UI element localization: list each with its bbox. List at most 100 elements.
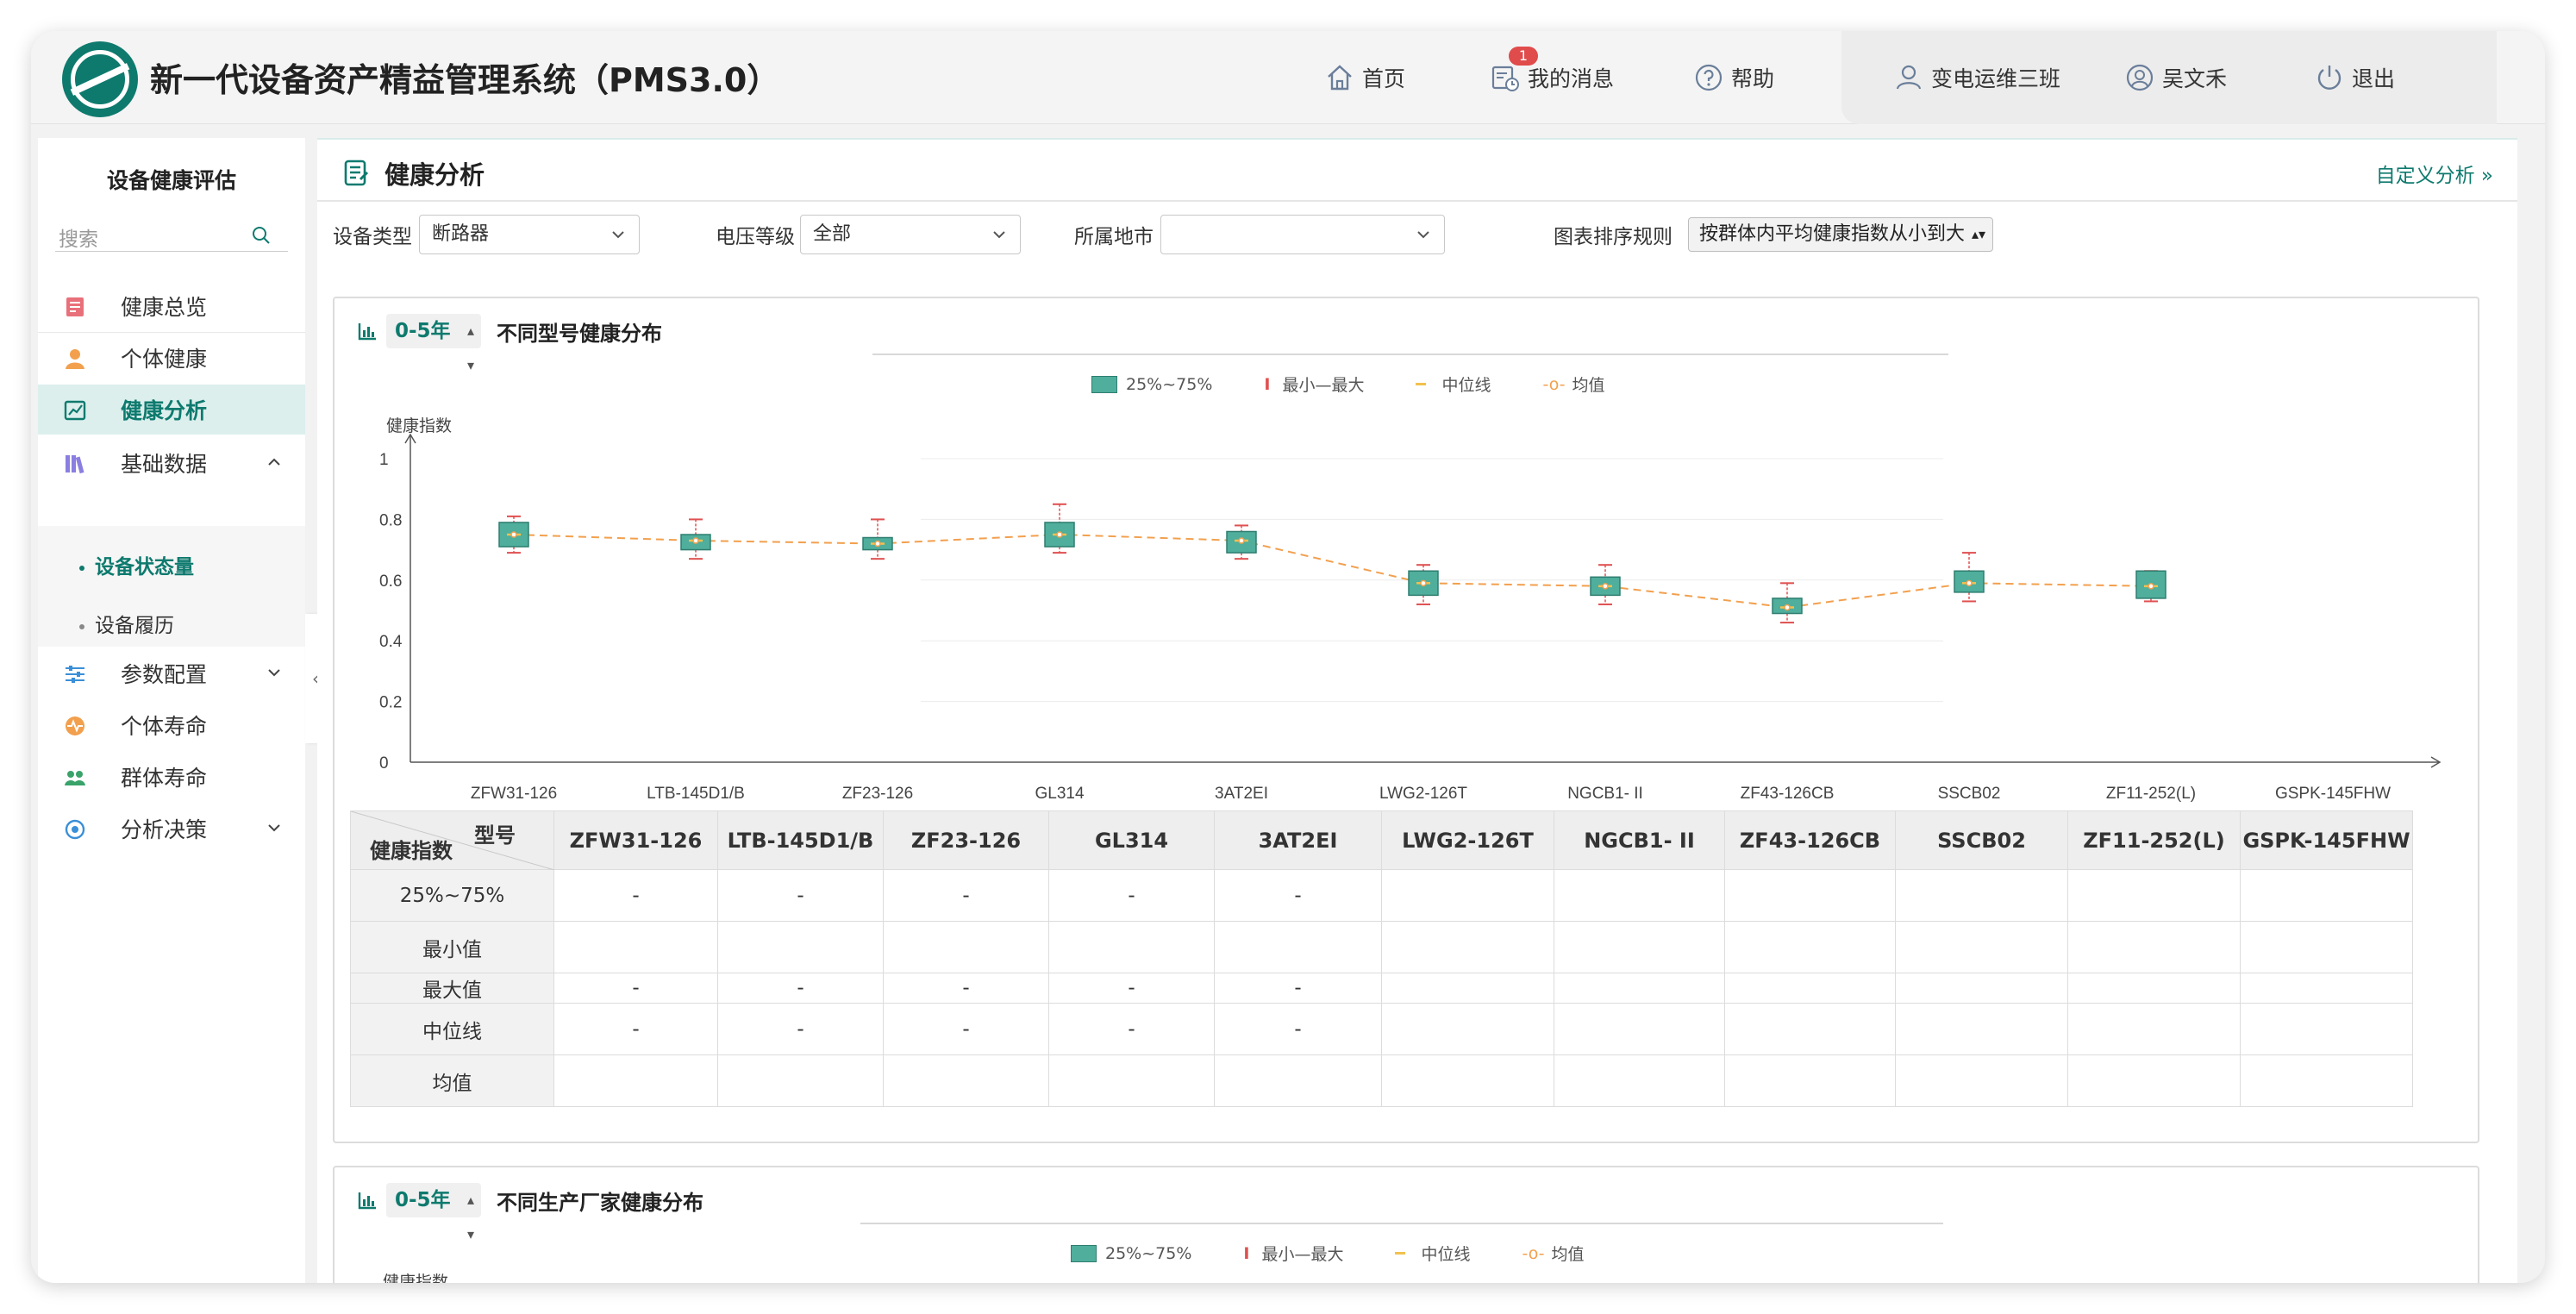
voltage-select[interactable]: 全部 bbox=[800, 215, 1021, 254]
logout-label: 退出 bbox=[2352, 66, 2396, 91]
mean-point bbox=[1238, 537, 1245, 544]
page-title: 健康分析 bbox=[341, 155, 485, 191]
logout-button[interactable]: 退出 bbox=[2314, 57, 2395, 98]
base-data-submenu: 设备状态量 设备履历 bbox=[38, 526, 305, 647]
table-cell bbox=[2240, 1054, 2413, 1107]
group-icon bbox=[65, 771, 85, 785]
main-panel: 健康分析 自定义分析 » 设备类型 断路器 电压等级 全部 所属地市 图表排序规… bbox=[317, 138, 2517, 1283]
chart2-year-select[interactable]: 0-5年 ▴ ▾ bbox=[386, 1183, 481, 1242]
device-type-label: 设备类型 bbox=[333, 226, 412, 248]
mean-point bbox=[1602, 583, 1609, 590]
table-cell bbox=[2067, 973, 2241, 1004]
sidebar-item-individual-lifespan[interactable]: 个体寿命 bbox=[38, 700, 305, 750]
sidebar-item-base-data[interactable]: 基础数据 bbox=[38, 438, 305, 488]
x-tick-label: SSCB02 bbox=[1938, 785, 2001, 803]
table-cell bbox=[1381, 973, 1554, 1004]
table-cell bbox=[2240, 1003, 2413, 1055]
table-row: 均值 bbox=[350, 1054, 2413, 1107]
nav-help[interactable]: 帮助 bbox=[1693, 57, 1774, 98]
chart1-year-select[interactable]: 0-5年 ▴ ▾ bbox=[386, 314, 481, 373]
bar-chart-icon bbox=[358, 1192, 376, 1210]
chart2-y-axis-label: 健康指数 bbox=[383, 1273, 449, 1283]
legend-mean-label: 均值 bbox=[1551, 1245, 1585, 1264]
mean-point bbox=[1420, 579, 1427, 587]
manufacturer-health-card: 0-5年 ▴ ▾ 不同生产厂家健康分布 25%~75% I 最小—最大 中位线 -o… bbox=[333, 1166, 2479, 1283]
mean-point bbox=[1966, 579, 1973, 587]
table-cell bbox=[1554, 973, 1725, 1004]
table-cell bbox=[2240, 973, 2413, 1004]
chevron-up-icon bbox=[268, 458, 280, 466]
legend-item-mean[interactable]: -o- 均值 bbox=[1522, 1242, 1585, 1265]
table-cell bbox=[1554, 1003, 1725, 1055]
table-cell: - bbox=[883, 869, 1049, 922]
sort-rule-select[interactable]: 按群体内平均健康指数从小到大 ▴▾ bbox=[1688, 217, 1993, 252]
up-down-icon: ▴▾ bbox=[466, 1192, 474, 1242]
table-cell: - bbox=[717, 869, 884, 922]
table-row: 中位线 - - - - - bbox=[350, 1003, 2413, 1055]
chart1-header: 0-5年 ▴ ▾ 不同型号健康分布 bbox=[357, 314, 662, 373]
doc-icon bbox=[66, 297, 84, 316]
person-icon bbox=[66, 349, 84, 369]
help-icon bbox=[1695, 64, 1723, 91]
legend-item-median[interactable]: 中位线 bbox=[1395, 1242, 1471, 1265]
sidebar-item-health-analysis[interactable]: 健康分析 bbox=[38, 385, 305, 435]
table-cell: - bbox=[553, 1003, 718, 1055]
table-cell bbox=[1554, 1054, 1725, 1107]
table-cell: - bbox=[553, 869, 718, 922]
legend-item-minmax[interactable]: I 最小—最大 bbox=[1243, 1242, 1343, 1265]
legend-item-box[interactable]: 25%~75% bbox=[1071, 1244, 1191, 1263]
message-count-badge: 1 bbox=[1509, 47, 1538, 66]
chart1-title: 不同型号健康分布 bbox=[497, 321, 662, 346]
submenu-item-label: 设备状态量 bbox=[95, 556, 194, 579]
table-cell bbox=[1214, 921, 1382, 973]
table-cell bbox=[2067, 1054, 2241, 1107]
x-tick-label: 3AT2EI bbox=[1215, 785, 1268, 803]
submenu-item-status-quantity[interactable]: 设备状态量 bbox=[79, 550, 194, 579]
table-cell: - bbox=[883, 1003, 1049, 1055]
table-cell bbox=[1724, 921, 1896, 973]
table-column-header: ZFW31-126 bbox=[553, 810, 718, 870]
sidebar-item-parameter-config[interactable]: 参数配置 bbox=[38, 648, 305, 698]
avatar-icon bbox=[2126, 64, 2154, 91]
model-health-card: 0-5年 ▴ ▾ 不同型号健康分布 25%~75% I 最小—最大 中位线 -o- 均… bbox=[333, 297, 2479, 1143]
team-name: 变电运维三班 bbox=[1931, 66, 2061, 91]
table-cell: - bbox=[1214, 869, 1382, 922]
user-profile[interactable]: 吴文禾 bbox=[2124, 57, 2227, 98]
nav-help-label: 帮助 bbox=[1731, 66, 1775, 91]
search-icon[interactable] bbox=[252, 226, 271, 245]
y-tick-label: 0.4 bbox=[379, 633, 403, 651]
team-switch[interactable]: 变电运维三班 bbox=[1893, 57, 2060, 98]
mean-marker-icon: -o- bbox=[1522, 1243, 1545, 1263]
table-cell bbox=[1724, 973, 1896, 1004]
city-select[interactable] bbox=[1160, 215, 1445, 254]
table-cell bbox=[1895, 1003, 2068, 1055]
sidebar-item-analysis-decision[interactable]: 分析决策 bbox=[38, 804, 305, 854]
sort-filter: 图表排序规则 按群体内平均健康指数从小到大 ▴▾ bbox=[1554, 214, 1993, 255]
legend-box-swatch bbox=[1071, 1244, 1097, 1262]
sidebar-item-individual-health[interactable]: 个体健康 bbox=[38, 333, 305, 383]
nav-messages[interactable]: 我的消息 bbox=[1490, 57, 1614, 98]
table-cell: - bbox=[1214, 1003, 1382, 1055]
nav-home[interactable]: 首页 bbox=[1324, 57, 1405, 98]
table-cell bbox=[1381, 1003, 1554, 1055]
sidebar-item-health-overview[interactable]: 健康总览 bbox=[38, 281, 305, 331]
table-cell bbox=[717, 1054, 884, 1107]
x-tick-label: ZF23-126 bbox=[842, 785, 913, 803]
table-cell bbox=[1724, 1003, 1896, 1055]
table-cell bbox=[1048, 921, 1215, 973]
table-column-header: GSPK-145FHW bbox=[2240, 810, 2413, 870]
submenu-item-device-history[interactable]: 设备履历 bbox=[79, 609, 174, 638]
table-row-header: 最小值 bbox=[350, 921, 554, 973]
submenu-item-label: 设备履历 bbox=[95, 615, 174, 637]
sidebar-item-label: 个体健康 bbox=[121, 347, 208, 372]
table-cell bbox=[1895, 973, 2068, 1004]
whisker-icon: I bbox=[1243, 1243, 1250, 1263]
user-icon bbox=[1896, 65, 1922, 90]
custom-analysis-link[interactable]: 自定义分析 » bbox=[2376, 159, 2493, 188]
chart1-plot: 0 0.2 0.4 0.6 0.8 1 健康指数 ZFW31-126 LTB-145D1/B ZF… bbox=[379, 416, 2442, 803]
sidebar-item-group-lifespan[interactable]: 群体寿命 bbox=[38, 752, 305, 802]
mean-point bbox=[1784, 604, 1791, 611]
device-type-select[interactable]: 断路器 bbox=[419, 215, 640, 254]
sidebar-search-input[interactable]: 搜索 bbox=[55, 217, 288, 252]
city-filter: 所属地市 bbox=[1074, 214, 1445, 255]
